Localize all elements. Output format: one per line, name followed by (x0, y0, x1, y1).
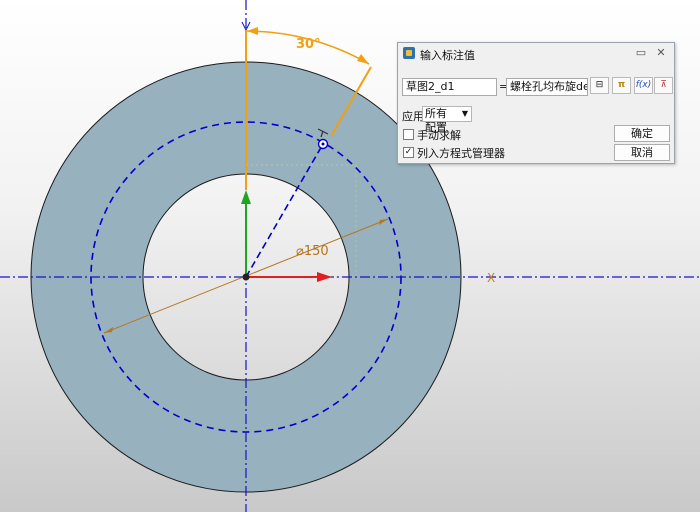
sketch-origin[interactable] (242, 273, 250, 281)
measure-icon[interactable]: ⊟ (590, 77, 609, 94)
x-axis-label: X (487, 271, 495, 285)
equation-manager-checkbox[interactable]: ✓ (403, 147, 414, 158)
dimension-name-field[interactable]: 草图2_d1 (402, 78, 497, 96)
angle-dimension-text[interactable]: 30° (296, 37, 321, 52)
dialog-title-bar[interactable]: 输入标注值 ▭ ✕ (398, 43, 674, 63)
manual-solve-label: 手动求解 (417, 129, 461, 142)
close-icon[interactable]: ✕ (654, 46, 668, 60)
manual-solve-checkbox[interactable] (403, 129, 414, 140)
ok-button[interactable]: 确定 (614, 125, 670, 142)
dimension-reference-icon[interactable]: ⊼ (654, 77, 673, 94)
expression-field[interactable]: 螺栓孔均布旋deg (506, 78, 588, 96)
app-icon (403, 47, 415, 59)
chevron-down-icon: ▼ (461, 109, 468, 118)
cancel-button[interactable]: 取消 (614, 144, 670, 161)
dimension-input-dialog[interactable]: 输入标注值 ▭ ✕ 草图2_d1 = 螺栓孔均布旋deg ⊟ π f(x) ⊼ … (397, 42, 675, 164)
bolt-hole-center-dot (321, 142, 325, 146)
y-axis-triad-arrow (241, 190, 251, 204)
angle-arrow-head-left (247, 27, 258, 35)
apply-configuration-select[interactable]: 所有配置 ▼ (422, 106, 472, 134)
angle-arrow-head-right (357, 54, 369, 64)
apply-label: 应用 (402, 110, 424, 123)
pi-constant-icon[interactable]: π (612, 77, 631, 94)
function-icon[interactable]: f(x) (634, 77, 653, 94)
equation-manager-label: 列入方程式管理器 (417, 147, 505, 160)
pin-icon[interactable]: ▭ (634, 46, 648, 60)
diameter-dimension-text[interactable]: ⌀150 (296, 244, 329, 259)
x-axis-triad-arrow (317, 272, 332, 282)
dialog-title: 输入标注值 (420, 49, 475, 62)
